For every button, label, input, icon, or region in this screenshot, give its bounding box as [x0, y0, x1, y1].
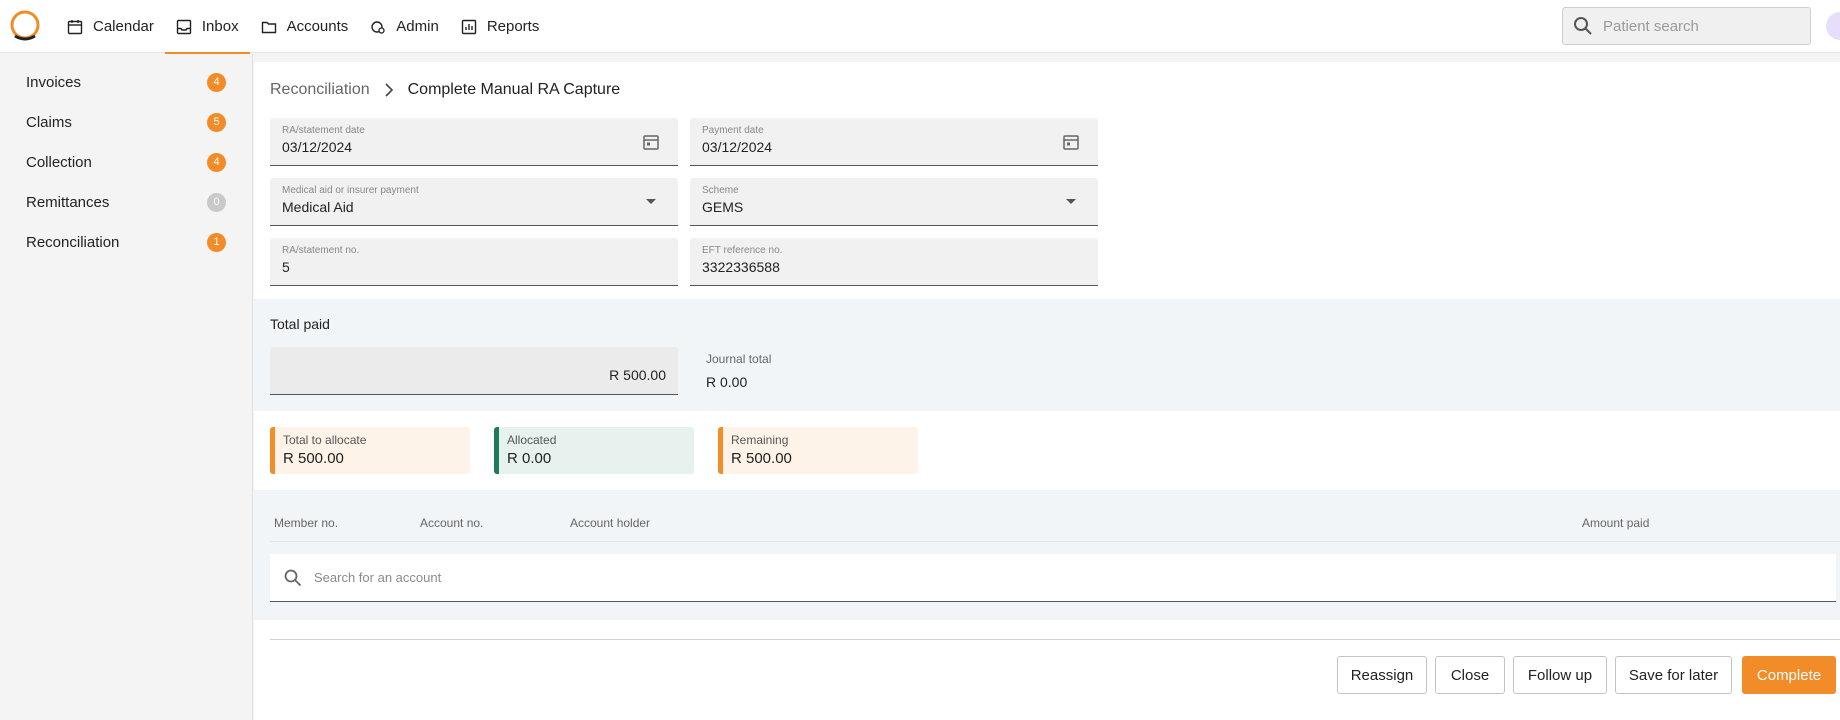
stat-value: R 500.00: [731, 450, 792, 467]
field-label: RA/statement date: [282, 125, 365, 136]
field-value: Medical Aid: [282, 199, 354, 215]
scheme-select[interactable]: Scheme GEMS: [690, 178, 1098, 226]
field-label: Medical aid or insurer payment: [282, 185, 419, 196]
allocated-card: Allocated R 0.00: [494, 427, 694, 474]
search-icon: [284, 569, 302, 586]
column-header-amount-paid: Amount paid: [1582, 516, 1650, 530]
stat-label: Allocated: [507, 433, 557, 447]
breadcrumb: Reconciliation Complete Manual RA Captur…: [270, 81, 620, 99]
total-paid-input[interactable]: R 500.00: [270, 347, 678, 395]
stat-label: Total to allocate: [283, 433, 367, 447]
payer-type-select[interactable]: Medical aid or insurer payment Medical A…: [270, 178, 678, 226]
sidebar-item-remittances[interactable]: Remittances 0: [26, 182, 226, 222]
save-for-later-button[interactable]: Save for later: [1615, 656, 1732, 694]
follow-up-button[interactable]: Follow up: [1513, 656, 1607, 694]
table-header-divider: [270, 541, 1840, 542]
complete-button[interactable]: Complete: [1742, 656, 1836, 694]
field-label: RA/statement no.: [282, 245, 360, 256]
nav-reports-label: Reports: [486, 18, 540, 35]
field-value: 03/12/2024: [282, 139, 353, 155]
main-content: Reconciliation Complete Manual RA Captur…: [254, 62, 1840, 720]
field-value: 03/12/2024: [702, 139, 773, 155]
account-search-box: [270, 554, 1836, 602]
count-badge: 4: [207, 72, 226, 92]
reassign-button[interactable]: Reassign: [1337, 656, 1427, 694]
total-paid-label: Total paid: [270, 316, 330, 332]
sidebar-item-label: Reconciliation: [26, 233, 120, 251]
remaining-card: Remaining R 500.00: [718, 427, 918, 474]
column-header-account-no: Account no.: [420, 516, 484, 530]
top-navigation-bar: Calendar Inbox Accounts Admin Reports: [0, 0, 1840, 54]
field-label: EFT reference no.: [702, 245, 783, 256]
journal-total-value: R 0.00: [706, 374, 748, 390]
patient-search-box: [1562, 7, 1811, 45]
inbox-icon: [176, 19, 192, 34]
nav-accounts[interactable]: Accounts: [250, 0, 360, 53]
chevron-right-icon: [385, 83, 393, 97]
field-value: 3322336588: [702, 259, 780, 275]
nav-admin-label: Admin: [396, 18, 439, 35]
admin-icon: [371, 20, 385, 34]
reports-icon: [461, 19, 477, 34]
calendar-icon[interactable]: [1062, 133, 1080, 151]
sidebar: Invoices 4 Claims 5 Collection 4 Remitta…: [0, 54, 253, 720]
patient-search-input[interactable]: [1603, 17, 1793, 35]
account-search-input[interactable]: [314, 570, 814, 585]
count-badge: 4: [207, 152, 226, 172]
search-icon: [1574, 17, 1592, 35]
app-logo-icon[interactable]: [9, 10, 41, 42]
dropdown-caret-icon: [1066, 199, 1076, 204]
page-title: Complete Manual RA Capture: [407, 81, 621, 98]
sidebar-item-label: Remittances: [26, 193, 110, 211]
breadcrumb-reconciliation-link[interactable]: Reconciliation: [270, 81, 370, 99]
field-value: GEMS: [702, 199, 744, 215]
close-button[interactable]: Close: [1435, 656, 1505, 694]
folder-icon: [261, 21, 276, 33]
stat-value: R 500.00: [283, 450, 344, 467]
count-badge: 5: [207, 112, 226, 132]
eft-reference-field[interactable]: EFT reference no. 3322336588: [690, 238, 1098, 286]
column-header-account-holder: Account holder: [570, 516, 651, 530]
nav-reports[interactable]: Reports: [450, 0, 551, 53]
stat-value: R 0.00: [507, 450, 552, 467]
sidebar-item-label: Collection: [26, 153, 92, 171]
field-value: 5: [282, 259, 290, 275]
main-nav: Calendar Inbox Accounts Admin Reports: [56, 0, 551, 54]
sidebar-item-invoices[interactable]: Invoices 4: [26, 62, 226, 102]
ra-date-field[interactable]: RA/statement date 03/12/2024: [270, 118, 678, 166]
sidebar-item-reconciliation[interactable]: Reconciliation 1: [26, 222, 226, 262]
nav-calendar[interactable]: Calendar: [56, 0, 165, 53]
sidebar-item-label: Claims: [26, 113, 72, 131]
nav-inbox-label: Inbox: [201, 18, 239, 35]
stat-label: Remaining: [731, 433, 789, 447]
total-to-allocate-card: Total to allocate R 500.00: [270, 427, 470, 474]
nav-inbox[interactable]: Inbox: [164, 0, 250, 54]
sidebar-item-collection[interactable]: Collection 4: [26, 142, 226, 182]
ra-number-field[interactable]: RA/statement no. 5: [270, 238, 678, 286]
sidebar-item-label: Invoices: [26, 73, 82, 91]
count-badge: 1: [207, 232, 226, 252]
nav-accounts-label: Accounts: [286, 18, 349, 35]
dropdown-caret-icon: [646, 199, 656, 204]
column-header-member-no: Member no.: [274, 516, 339, 530]
sidebar-item-claims[interactable]: Claims 5: [26, 102, 226, 142]
payment-date-field[interactable]: Payment date 03/12/2024: [690, 118, 1098, 166]
nav-admin[interactable]: Admin: [359, 0, 450, 53]
count-badge: 0: [207, 192, 226, 212]
calendar-icon[interactable]: [642, 133, 660, 151]
nav-calendar-label: Calendar: [93, 18, 154, 35]
field-label: Scheme: [702, 185, 739, 196]
journal-total-label: Journal total: [706, 352, 772, 366]
footer-divider: [270, 639, 1840, 640]
calendar-icon: [67, 19, 83, 34]
user-avatar[interactable]: [1826, 12, 1840, 40]
field-label: Payment date: [702, 125, 764, 136]
